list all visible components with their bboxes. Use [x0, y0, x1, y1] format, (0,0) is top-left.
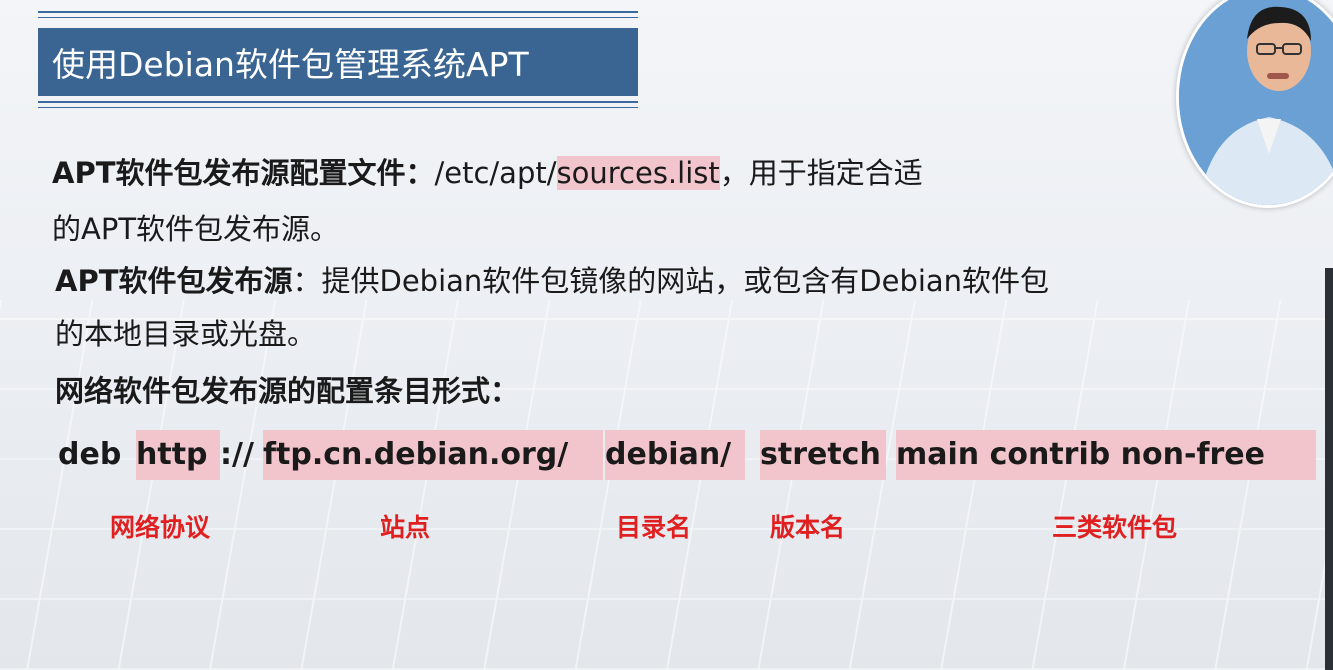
cmd-separator: :// [220, 437, 254, 472]
paragraph-config-file: APT软件包发布源配置文件：/etc/apt/sources.list，用于指定… [52, 147, 923, 199]
label-protocol: 网络协议 [110, 513, 211, 542]
sources-list-highlight: sources.list [556, 156, 720, 190]
paragraph-source: APT软件包发布源：提供Debian软件包镜像的网站，或包含有Debian软件包 [55, 255, 1049, 307]
label-directory: 目录名 [616, 513, 692, 542]
paragraph-source-cont: 的本地目录或光盘。 [55, 317, 317, 351]
source-desc: ：提供Debian软件包镜像的网站，或包含有Debian软件包 [292, 264, 1050, 298]
cmd-site: ftp.cn.debian.org/ [263, 430, 603, 480]
window-edge [1325, 268, 1333, 670]
paragraph-config-file-cont: 的APT软件包发布源。 [52, 212, 340, 246]
cmd-components: main contrib non-free [896, 430, 1316, 480]
slide-title: 使用Debian软件包管理系统APT [38, 28, 638, 96]
config-path: /etc/apt/ [434, 156, 557, 190]
title-banner: 使用Debian软件包管理系统APT [38, 11, 638, 108]
presenter-avatar [1176, 0, 1333, 208]
cmd-protocol: http [136, 430, 220, 480]
source-label: APT软件包发布源 [55, 264, 293, 298]
config-file-label: APT软件包发布源配置文件： [52, 156, 435, 190]
cmd-directory: debian/ [605, 430, 745, 480]
paragraph-entry-format: 网络软件包发布源的配置条目形式： [55, 374, 520, 408]
cmd-release: stretch [760, 430, 886, 480]
label-site: 站点 [380, 513, 431, 542]
config-desc: ，用于指定合适 [719, 156, 923, 190]
cmd-deb: deb [58, 437, 122, 472]
label-release: 版本名 [770, 513, 846, 542]
label-components: 三类软件包 [1052, 513, 1178, 542]
